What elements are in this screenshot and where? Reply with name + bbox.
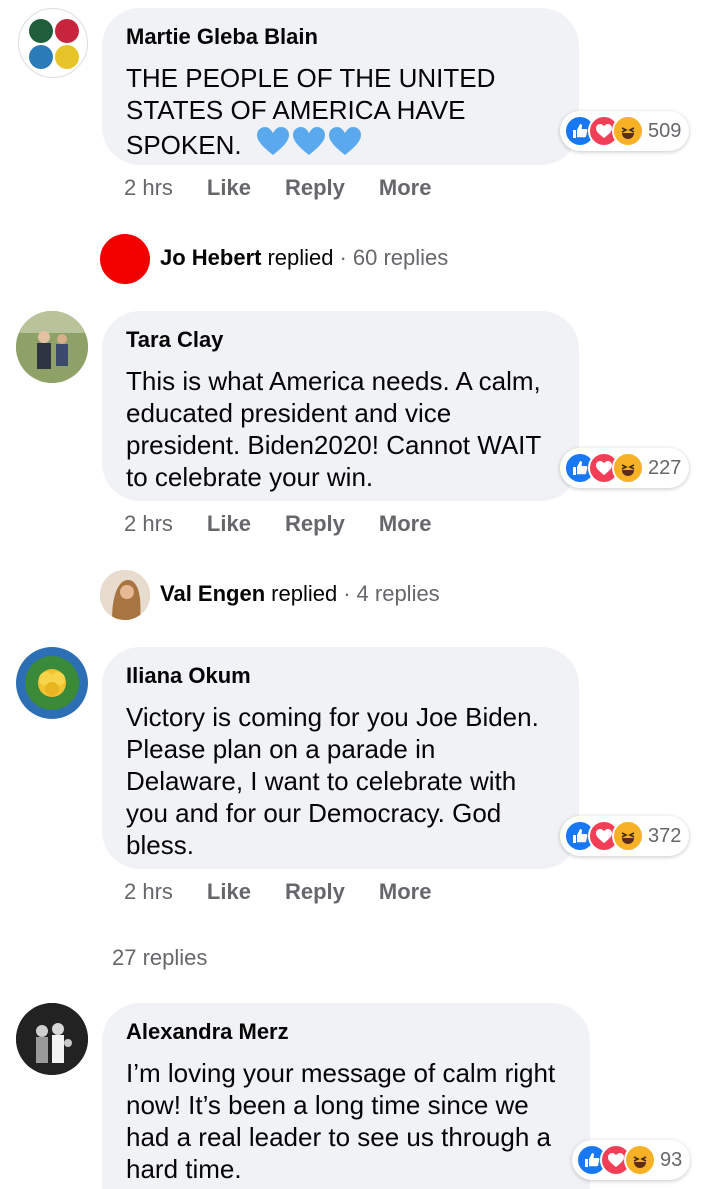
comment-bubble: Tara Clay This is what America needs. A … <box>102 311 579 501</box>
reaction-count: 227 <box>648 456 682 479</box>
comment-timestamp[interactable]: 2 hrs <box>124 511 173 537</box>
reply-verb: replied <box>271 581 338 606</box>
haha-reaction-icon <box>612 452 644 484</box>
avatar-image <box>29 19 79 69</box>
comment-bubble: Martie Gleba Blain THE PEOPLE OF THE UNI… <box>102 8 579 165</box>
comment-text: I’m loving your message of calm right no… <box>126 1058 556 1184</box>
separator-dot: · <box>339 245 347 270</box>
reaction-summary[interactable]: 509 <box>560 111 690 151</box>
comment-actions: 2 hrs Like Reply More <box>124 511 431 537</box>
reply-avatar <box>100 234 150 284</box>
reply-summary-link[interactable]: Val Engen replied · 4 replies <box>160 581 440 607</box>
comment-author[interactable]: Alexandra Merz <box>126 1019 566 1045</box>
reply-count: 4 replies <box>356 581 440 606</box>
avatar-image <box>17 648 87 718</box>
avatar[interactable] <box>16 647 88 719</box>
haha-reaction-icon <box>612 115 644 147</box>
like-button[interactable]: Like <box>207 175 251 201</box>
reply-button[interactable]: Reply <box>285 175 345 201</box>
like-button[interactable]: Like <box>207 879 251 905</box>
avatar[interactable] <box>16 1003 88 1075</box>
blue-hearts-emoji <box>255 126 363 158</box>
reply-count: 60 replies <box>352 245 449 270</box>
more-button[interactable]: More <box>379 879 432 905</box>
reply-summary-link[interactable]: Jo Hebert replied · 60 replies <box>160 245 448 271</box>
comment-bubble: Alexandra Merz I’m loving your message o… <box>102 1003 590 1189</box>
reaction-count: 372 <box>648 824 682 847</box>
view-replies-link[interactable]: 27 replies <box>112 945 207 971</box>
avatar[interactable] <box>18 8 88 78</box>
reply-avatar <box>100 570 150 620</box>
more-button[interactable]: More <box>379 175 432 201</box>
more-button[interactable]: More <box>379 511 432 537</box>
reply-button[interactable]: Reply <box>285 511 345 537</box>
reply-avatar-image <box>100 570 150 620</box>
comment-author[interactable]: Tara Clay <box>126 327 555 353</box>
reaction-summary[interactable]: 372 <box>560 816 690 856</box>
comment-timestamp[interactable]: 2 hrs <box>124 879 173 905</box>
avatar-image <box>16 1003 88 1075</box>
avatar-image <box>16 311 88 383</box>
comment-text: Victory is coming for you Joe Biden. Ple… <box>126 702 539 860</box>
comment-text: This is what America needs. A calm, educ… <box>126 366 541 492</box>
haha-reaction-icon <box>612 820 644 852</box>
reaction-count: 509 <box>648 119 682 142</box>
reply-author: Val Engen <box>160 581 266 606</box>
comment-text: THE PEOPLE OF THE UNITED STATES OF AMERI… <box>126 62 526 161</box>
comment-author[interactable]: Iliana Okum <box>126 663 555 689</box>
reaction-count: 93 <box>660 1148 683 1171</box>
reaction-summary[interactable]: 93 <box>572 1140 691 1180</box>
comment-timestamp[interactable]: 2 hrs <box>124 175 173 201</box>
reply-button[interactable]: Reply <box>285 879 345 905</box>
like-button[interactable]: Like <box>207 511 251 537</box>
avatar[interactable] <box>16 311 88 383</box>
reaction-summary[interactable]: 227 <box>560 448 690 488</box>
blue-heart-icon <box>256 127 361 155</box>
comment-actions: 2 hrs Like Reply More <box>124 879 431 905</box>
comment-actions: 2 hrs Like Reply More <box>124 175 431 201</box>
comment-author[interactable]: Martie Gleba Blain <box>126 24 555 50</box>
reply-author: Jo Hebert <box>160 245 262 270</box>
haha-reaction-icon <box>624 1144 656 1176</box>
separator-dot: · <box>343 581 351 606</box>
reply-verb: replied <box>267 245 334 270</box>
comment-bubble: Iliana Okum Victory is coming for you Jo… <box>102 647 579 869</box>
